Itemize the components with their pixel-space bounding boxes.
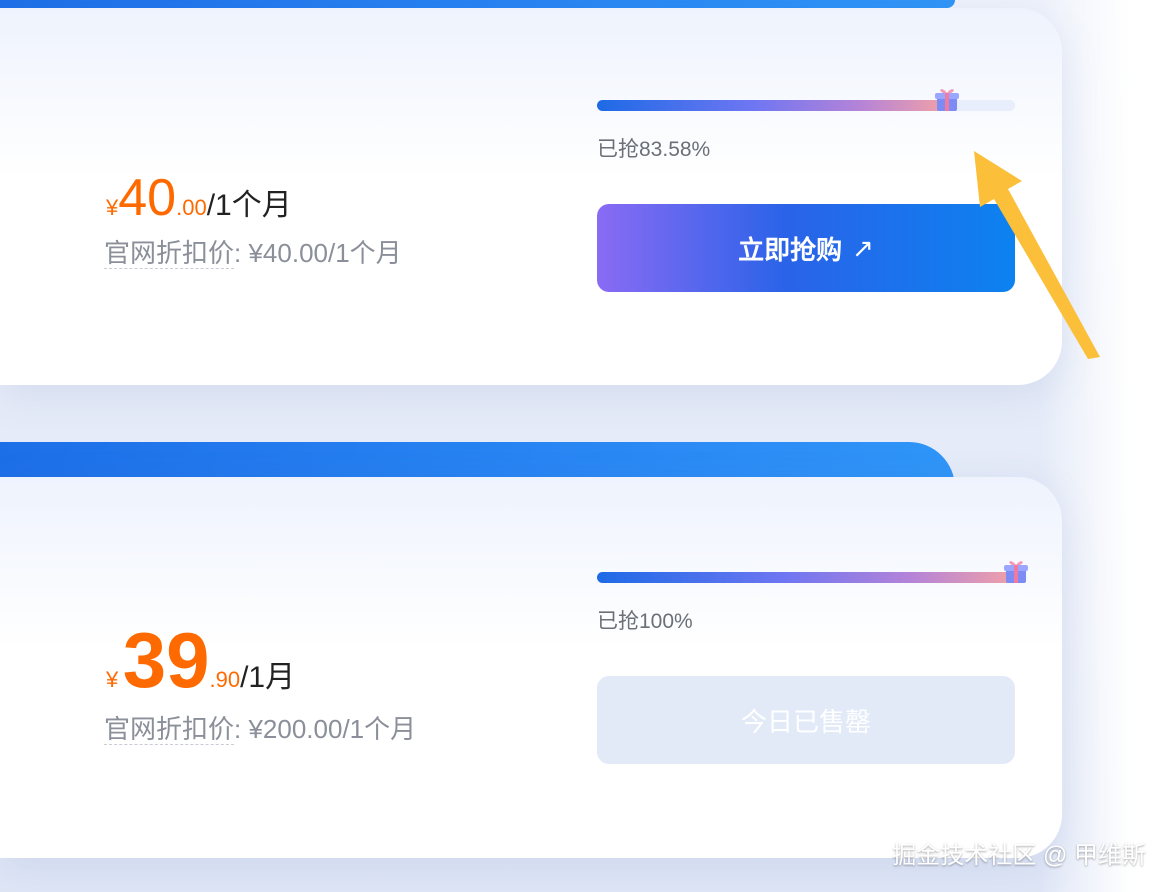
sales-progress-bar <box>597 89 1015 111</box>
price-integer: 39 <box>122 616 210 704</box>
price-period: /1月 <box>240 661 296 694</box>
sold-out-label: 今日已售罄 <box>740 706 871 737</box>
price: ¥ 39.90/1月 <box>106 615 295 706</box>
sold-out-button[interactable]: 今日已售罄 <box>597 676 1015 764</box>
plan-card-1: ¥40.00/1个月 官网折扣价: ¥40.00/1个月 已抢83.58% 立即… <box>0 8 1062 385</box>
original-price-value: : ¥200.00/1个月 <box>234 714 417 744</box>
price: ¥40.00/1个月 <box>106 168 292 228</box>
arrow-up-right-icon: ↗ <box>852 232 874 263</box>
price-decimal: .00 <box>176 195 207 220</box>
progress-fill <box>597 100 947 111</box>
original-price: 官网折扣价: ¥200.00/1个月 <box>104 709 416 746</box>
gift-box-icon <box>935 89 960 111</box>
price-period: /1个月 <box>206 189 292 222</box>
original-price-label: 官网折扣价 <box>104 238 235 269</box>
original-price-value: : ¥40.00/1个月 <box>234 238 402 268</box>
progress-fill <box>597 572 1015 583</box>
watermark: 掘金技术社区 @ 甲维斯 <box>892 842 1146 869</box>
currency-symbol: ¥ <box>106 195 119 220</box>
price-decimal: .90 <box>209 667 241 692</box>
sold-percentage: 已抢100% <box>597 610 693 633</box>
plan-card-2: ¥ 39.90/1月 官网折扣价: ¥200.00/1个月 已抢100% 今日已… <box>0 477 1062 858</box>
gift-box-icon <box>1004 561 1028 583</box>
original-price-label: 官网折扣价 <box>104 714 235 745</box>
price-integer: 40 <box>118 169 177 227</box>
buy-now-button[interactable]: 立即抢购 ↗ <box>597 204 1015 292</box>
buy-now-label: 立即抢购 <box>738 234 843 265</box>
currency-symbol: ¥ <box>106 667 119 692</box>
card-top-band <box>0 0 955 8</box>
sales-progress-bar <box>597 561 1028 583</box>
annotation-arrow-icon <box>974 151 1100 359</box>
original-price: 官网折扣价: ¥40.00/1个月 <box>104 233 402 270</box>
sold-percentage: 已抢83.58% <box>597 138 711 161</box>
